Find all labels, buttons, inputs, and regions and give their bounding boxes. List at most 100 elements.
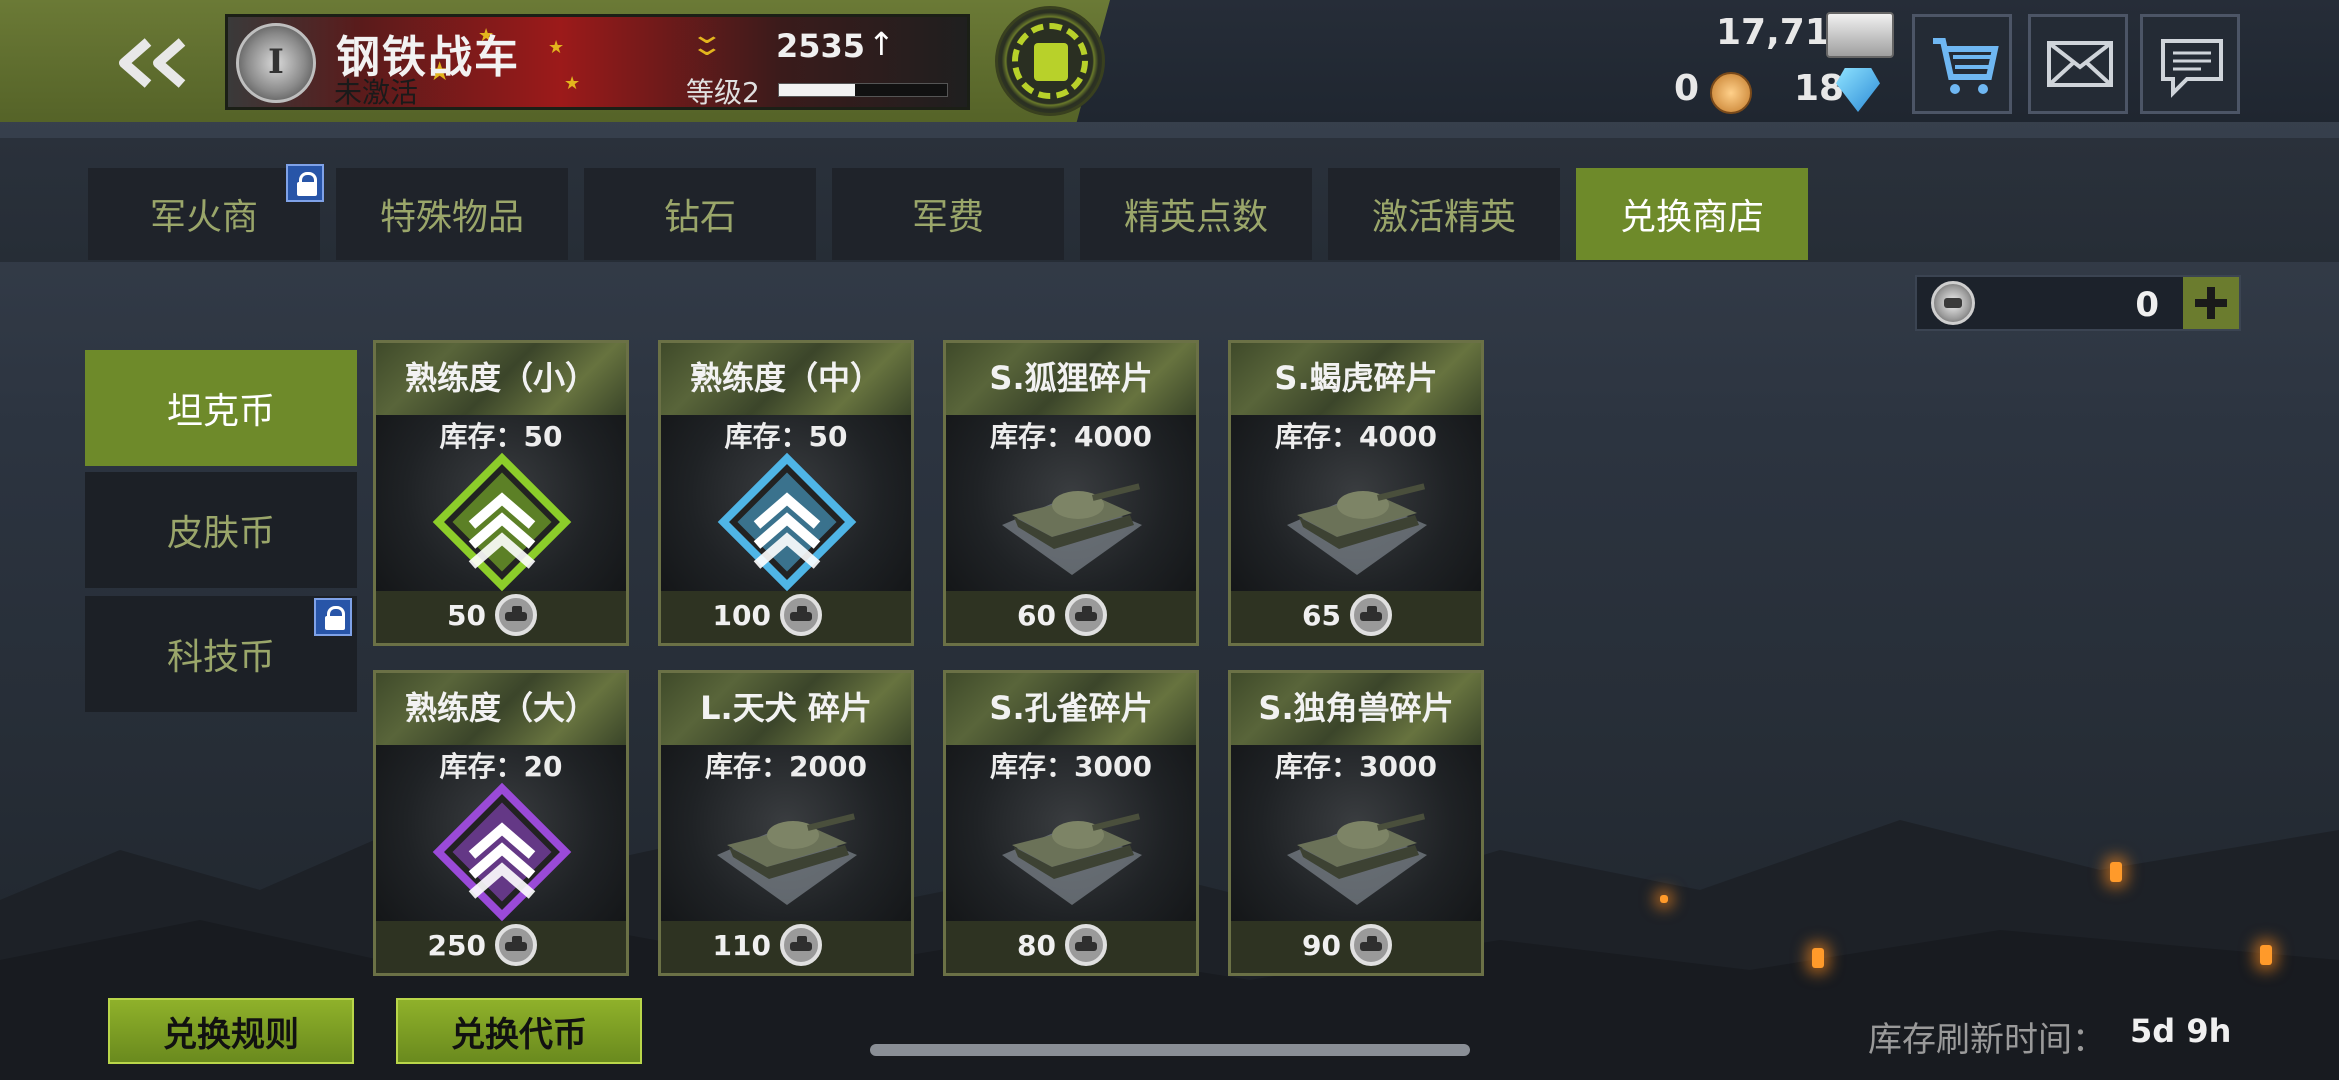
item-title: S.狐狸碎片 (989, 359, 1153, 397)
item-stock: 库存：3000 (990, 750, 1152, 783)
item-price-bar: 90 (1231, 921, 1481, 973)
item-title: S.孔雀碎片 (989, 689, 1153, 727)
item-title: L.天犬 碎片 (700, 689, 872, 727)
star-icon: ★ (564, 73, 581, 94)
player-status: 未激活 (334, 76, 419, 109)
tank-fragment-icon (707, 785, 867, 919)
home-indicator[interactable] (870, 1044, 1470, 1056)
tank-coin-icon (779, 923, 823, 971)
fuel-button[interactable] (995, 6, 1105, 116)
lock-icon (314, 598, 352, 636)
shop-item-card[interactable]: 熟练度（大） 库存：20 250 (373, 670, 629, 976)
fuel-can-icon (1034, 43, 1068, 81)
item-price-bar: 110 (661, 921, 911, 973)
side-tab-2[interactable]: 皮肤币 (85, 472, 357, 588)
diamond-amount: 18 (1794, 68, 1845, 109)
rank-numeral: I (268, 42, 284, 82)
item-stock: 库存：4000 (1275, 420, 1437, 453)
envelope-icon (2047, 41, 2113, 87)
tank-fragment-icon (992, 455, 1152, 589)
item-price: 110 (712, 929, 771, 962)
tab-2[interactable]: 特殊物品 (336, 168, 568, 260)
tank-coin-icon (494, 593, 538, 641)
tank-coin-icon (1349, 923, 1393, 971)
item-stock: 库存：3000 (1275, 750, 1437, 783)
tab-3[interactable]: 钻石 (584, 168, 816, 260)
coin-balance-value: 0 (2135, 285, 2159, 325)
shop-item-card[interactable]: L.天犬 碎片库存：2000 110 (658, 670, 914, 976)
xp-progress-bar (778, 83, 948, 97)
item-price-bar: 65 (1231, 591, 1481, 643)
chat-bubble-icon (2161, 39, 2223, 98)
item-price: 100 (712, 599, 771, 632)
exchange-tokens-button[interactable]: 兑换代币 (396, 998, 642, 1064)
star-icon: ★ (548, 37, 565, 58)
medal-icon (1710, 72, 1752, 114)
purple-chevron-badge-icon (427, 777, 577, 931)
double-chevron-left-icon (119, 38, 186, 88)
shop-item-card[interactable]: 熟练度（中） 库存：50 100 (658, 340, 914, 646)
item-price: 50 (447, 599, 486, 632)
shop-item-card[interactable]: S.狐狸碎片库存：4000 60 (943, 340, 1199, 646)
tab-7[interactable]: 兑换商店 (1576, 168, 1808, 260)
item-price: 60 (1017, 599, 1056, 632)
tank-fragment-icon (992, 785, 1152, 919)
shop-item-card[interactable]: S.蝎虎碎片库存：4000 65 (1228, 340, 1484, 646)
tank-fragment-icon (1277, 785, 1437, 919)
ember-glow (2260, 945, 2272, 965)
item-title: S.蝎虎碎片 (1274, 359, 1438, 397)
exchange-rules-button[interactable]: 兑换规则 (108, 998, 354, 1064)
level-label: 等级2 (686, 76, 760, 109)
coin-balance-box: 0 (1915, 275, 2241, 331)
shop-item-card[interactable]: S.孔雀碎片库存：3000 80 (943, 670, 1199, 976)
tank-coin-icon (1931, 281, 1975, 325)
rank-badge-icon: I (236, 23, 316, 103)
item-price: 80 (1017, 929, 1056, 962)
green-chevron-badge-icon (427, 447, 577, 601)
ember-glow (2110, 862, 2122, 882)
medal-amount: 0 (1674, 68, 1700, 109)
item-price: 90 (1302, 929, 1341, 962)
xp-progress-fill (779, 84, 855, 96)
shop-item-card[interactable]: S.独角兽碎片 库存：3000 90 (1228, 670, 1484, 976)
ember-glow (1812, 948, 1824, 968)
tab-6[interactable]: 激活精英 (1328, 168, 1560, 260)
lock-icon (286, 164, 324, 202)
cart-icon (1933, 38, 1999, 94)
item-price: 250 (427, 929, 486, 962)
tank-coin-icon (1064, 593, 1108, 641)
item-title: 熟练度（小） (404, 359, 597, 397)
shop-cart-button[interactable] (1912, 14, 2012, 114)
player-banner[interactable]: ★ ★ ★ ★ I 钢铁战车 未激活 ⌄ ⌄ 2535 ↑ 等级2 (225, 14, 970, 110)
refresh-time-value: 5d 9h (2130, 1012, 2232, 1050)
tank-fragment-icon (1277, 455, 1437, 589)
item-price-bar: 250 (376, 921, 626, 973)
ember-glow (1660, 895, 1668, 903)
top-bar: ★ ★ ★ ★ I 钢铁战车 未激活 ⌄ ⌄ 2535 ↑ 等级2 17,710 … (0, 0, 2339, 122)
arrow-up-icon: ↑ (868, 25, 895, 63)
item-title: 熟练度（中） (689, 359, 882, 397)
tank-coin-icon (1064, 923, 1108, 971)
item-price-bar: 50 (376, 591, 626, 643)
blue-chevron-badge-icon (712, 447, 862, 601)
item-price: 65 (1302, 599, 1341, 632)
chat-button[interactable] (2140, 14, 2240, 114)
item-price-bar: 60 (946, 591, 1196, 643)
mail-button[interactable] (2028, 14, 2128, 114)
tab-5[interactable]: 精英点数 (1080, 168, 1312, 260)
item-price-bar: 80 (946, 921, 1196, 973)
gold-bars-icon (1826, 12, 1894, 58)
back-button[interactable] (110, 38, 190, 88)
power-value: 2535 (776, 27, 866, 65)
side-tab-1[interactable]: 坦克币 (85, 350, 357, 466)
rank-chevron-icon: ⌄ ⌄ (689, 20, 725, 62)
add-coins-button[interactable] (2183, 277, 2239, 329)
tank-coin-icon (1349, 593, 1393, 641)
item-stock: 库存：2000 (705, 750, 867, 783)
tank-coin-icon (494, 923, 538, 971)
shop-item-card[interactable]: 熟练度（小） 库存：50 50 (373, 340, 629, 646)
item-price-bar: 100 (661, 591, 911, 643)
tab-4[interactable]: 军费 (832, 168, 1064, 260)
refresh-time-label: 库存刷新时间： (1868, 1020, 2106, 1060)
item-stock: 库存：4000 (990, 420, 1152, 453)
